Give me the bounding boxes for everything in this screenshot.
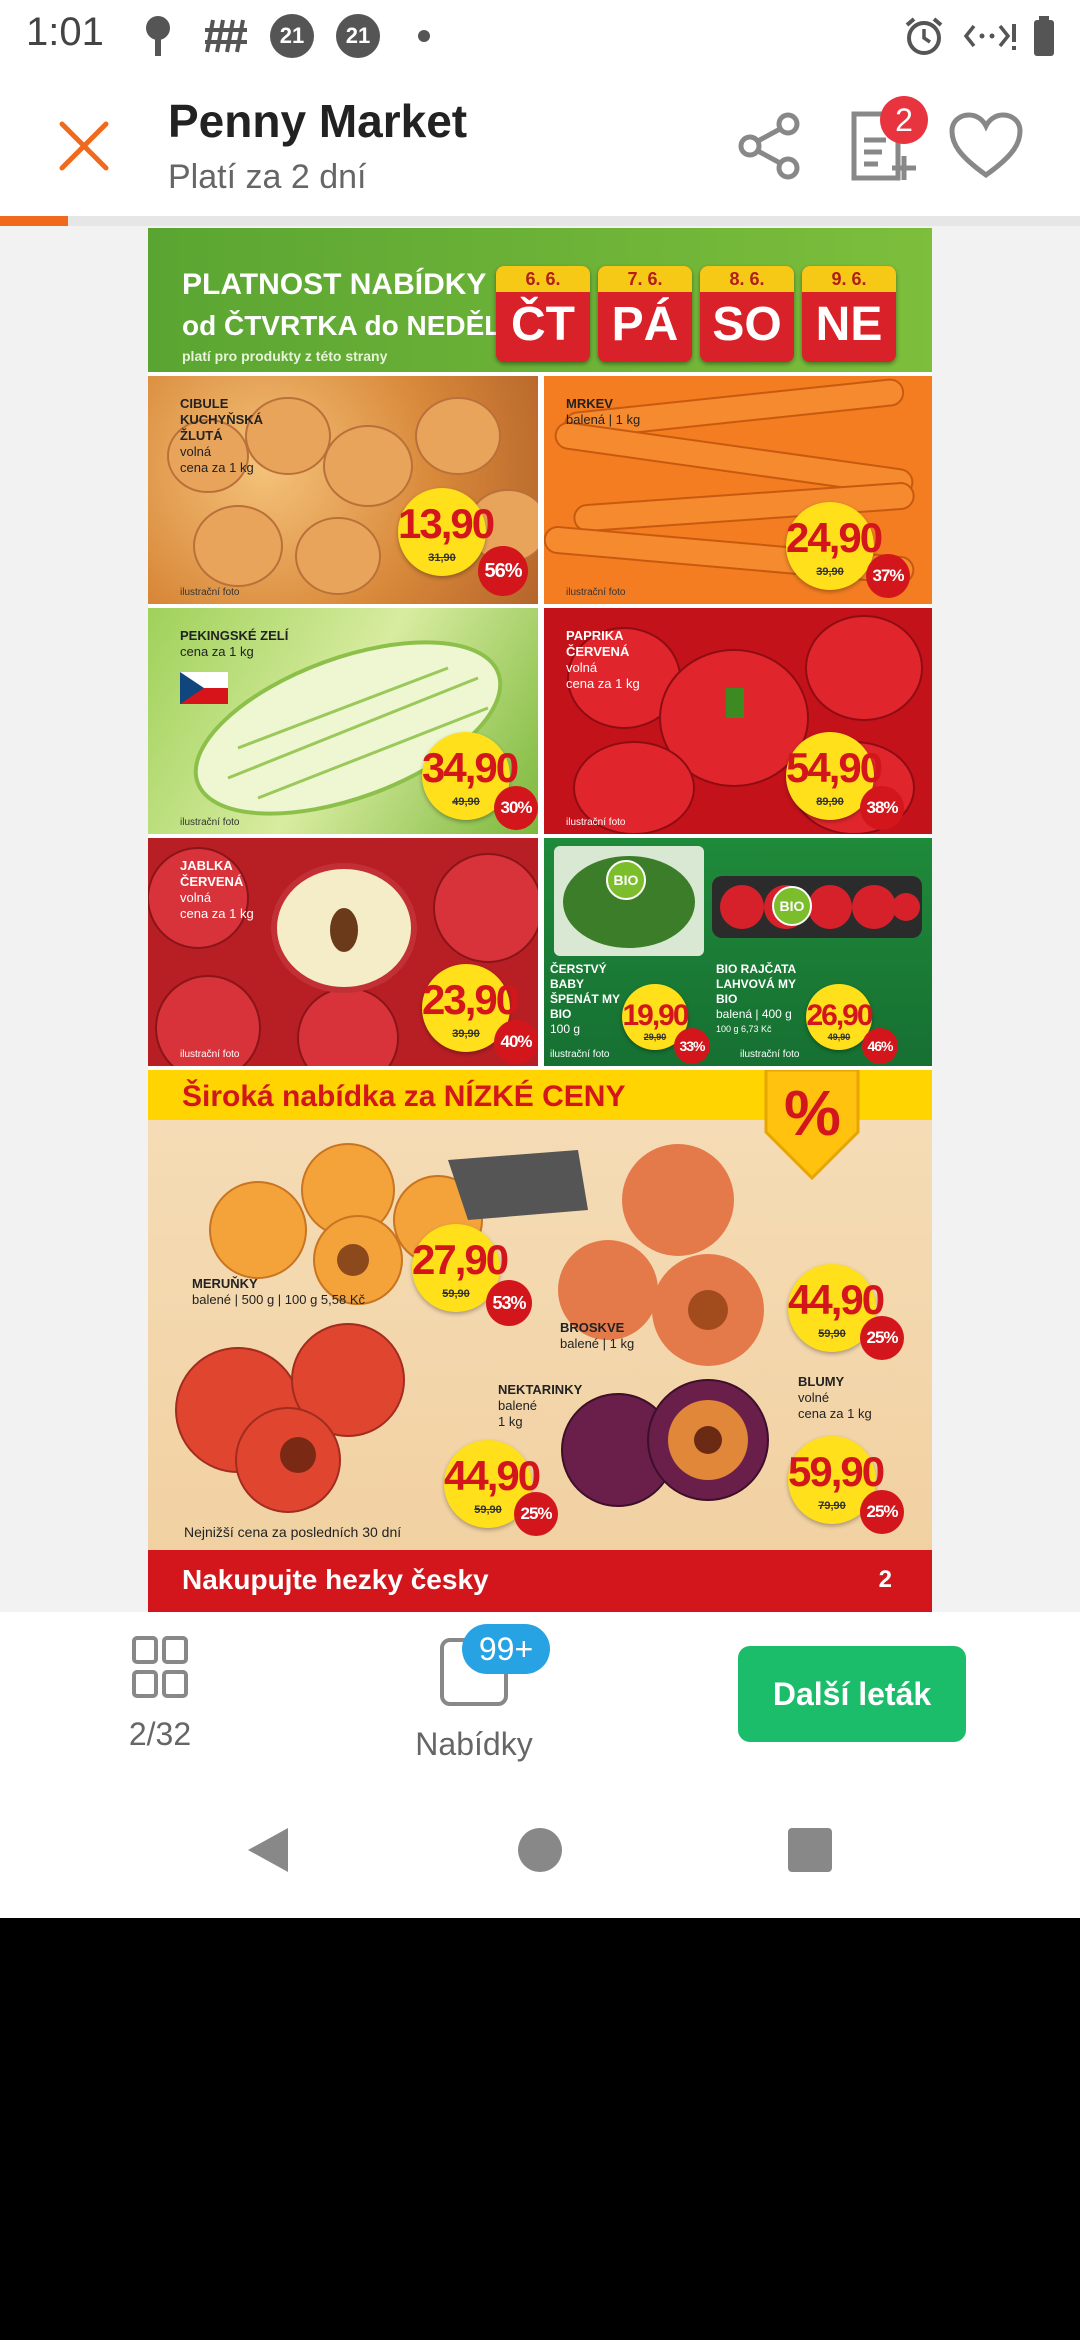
bio-badge: BIO [606,860,646,900]
percent-arrow-icon: % [760,1068,864,1181]
flyer-viewer[interactable]: PLATNOST NABÍDKY od ČTVRTKA do NEDĚLE pl… [0,226,1080,1612]
tomato-label: BIO RAJČATA LAHVOVÁ MY BIO balená | 400 g1… [716,962,797,1034]
nav-recents-button[interactable] [774,1814,846,1886]
flyer-footer: Nakupujte hezky česky 2 [148,1550,932,1612]
czech-flag-icon [180,672,228,704]
cabbage-photo-note: ilustrační foto [180,817,240,828]
product-tile-apple[interactable]: JABLKA ČERVENÁ volná cena za 1 kg 23,90 39… [148,838,538,1066]
onion-photo-note: ilustrační foto [180,587,240,598]
app-header: Penny Market Platí za 2 dní 2 [0,72,1080,218]
apricot-discount-badge: 53% [486,1280,532,1326]
carrot-label: MRKEV balená | 1 kg [566,396,641,427]
flyer-page-number: 2 [878,1566,892,1593]
next-flyer-button[interactable]: Další leták [738,1646,966,1742]
page-progress-fill [0,216,68,226]
plum-label: BLUMY volné cena za 1 kg [798,1374,872,1421]
data-arrows-icon [962,14,1018,58]
apple-photo-note: ilustrační foto [180,1049,240,1060]
cabbage-discount-badge: 30% [494,786,538,830]
heart-icon [949,112,1023,179]
product-tile-bio[interactable]: BIO BIO ČERSTVÝ BABY ŠPENÁT MY BIO 100 g 19… [544,838,932,1066]
tomato-photo-note: ilustrační foto [740,1049,800,1060]
notification-21-icon: 21 [336,14,380,58]
status-bar: 1:01 21 21 [0,0,1080,72]
favorite-button[interactable] [942,102,1030,190]
carrot-price-tag: 24,90 39,90 [786,502,883,590]
close-icon [59,121,109,171]
day-tag-saturday: 8. 6. SO [700,266,794,362]
page-title: Penny Market [168,95,468,147]
nav-back-button[interactable] [232,1814,304,1886]
bottom-toolbar: 2/32 Nabídky 99+ Další leták [0,1612,1080,1782]
spinach-discount-badge: 33% [674,1028,710,1064]
lowest-price-note: Nejnižší cena za posledních 30 dní [184,1524,402,1540]
pepper-discount-badge: 38% [860,786,904,830]
apple-discount-badge: 40% [494,1020,538,1064]
day-tag-sunday: 9. 6. NE [802,266,896,362]
validity-range: od ČTVRTKA do NEDĚLE [182,310,521,341]
validity-banner: PLATNOST NABÍDKY od ČTVRTKA do NEDĚLE pl… [148,228,932,372]
product-tile-pepper[interactable]: PAPRIKA ČERVENÁ volná cena za 1 kg 54,90 8… [544,608,932,834]
spinach-label: ČERSTVÝ BABY ŠPENÁT MY BIO 100 g [550,962,621,1036]
product-tile-carrot[interactable]: MRKEV balená | 1 kg 24,90 39,90 37% ilust… [544,376,932,604]
notification-21-icon: 21 [270,14,314,58]
black-bottom-area [0,1918,1080,2340]
nectarine-label: NEKTARINKY balené 1 kg [498,1382,583,1429]
app-screen: 1:01 21 21 Penny Market Platí za 2 dní 2… [0,0,1080,1918]
flyer-page: PLATNOST NABÍDKY od ČTVRTKA do NEDĚLE pl… [148,228,932,1612]
back-triangle-icon [248,1828,288,1872]
apricot-label: MERUŇKY balené | 500 g | 100 g 5,58 Kč [192,1276,365,1307]
bio-badge: BIO [772,886,812,926]
battery-icon [1030,14,1058,58]
pepper-photo-note: ilustrační foto [566,817,626,828]
validity-title: PLATNOST NABÍDKY [182,268,487,301]
pages-grid-button[interactable]: 2/32 [100,1634,220,1753]
offers-count-badge: 99+ [462,1624,550,1674]
share-button[interactable] [726,102,814,190]
low-prices-section: MERUŇKY balené | 500 g | 100 g 5,58 Kč 27… [148,1120,932,1550]
onion-discount-badge: 56% [478,546,528,596]
pepper-label: PAPRIKA ČERVENÁ volná cena za 1 kg [566,628,640,691]
grid-icon [132,1636,188,1698]
tomato-discount-badge: 46% [862,1028,898,1064]
home-circle-icon [518,1828,562,1872]
nectarine-discount-badge: 25% [514,1492,558,1536]
hashtag-icon [202,14,250,58]
day-tag-friday: 7. 6. PÁ [598,266,692,362]
recents-square-icon [788,1828,832,1872]
close-button[interactable] [48,110,120,182]
dot-icon [418,14,430,58]
apple-label: JABLKA ČERVENÁ volná cena za 1 kg [180,858,254,921]
carrot-discount-badge: 37% [866,554,910,598]
flyer-slogan: Nakupujte hezky česky [182,1564,489,1595]
spinach-photo-note: ilustrační foto [550,1049,610,1060]
list-count-badge: 2 [880,96,928,144]
product-tile-onion[interactable]: CIBULE KUCHYŇSKÁ ŽLUTÁ volná cena za 1 kg 1… [148,376,538,604]
carrot-photo-note: ilustrační foto [566,587,626,598]
page-counter: 2/32 [128,1716,192,1752]
status-time: 1:01 [26,10,104,54]
offers-label: Nabídky [415,1726,533,1762]
onion-price-tag: 13,90 31,90 [398,488,495,576]
shopping-list-button[interactable]: 2 [840,96,928,190]
cabbage-label: PEKINGSKÉ ZELÍ cena za 1 kg [180,628,289,659]
nav-home-button[interactable] [504,1814,576,1886]
alarm-icon [902,14,946,58]
validity-note: platí pro produkty z této strany [182,348,388,364]
page-subtitle: Platí za 2 dní [168,158,367,196]
page-progress-bar [0,216,1080,226]
onion-label: CIBULE KUCHYŇSKÁ ŽLUTÁ volná cena za 1 kg [180,396,264,475]
system-nav-bar [0,1782,1080,1918]
tree-icon [138,14,178,58]
product-tile-cabbage[interactable]: PEKINGSKÉ ZELÍ cena za 1 kg 34,90 49,90 3… [148,608,538,834]
plum-discount-badge: 25% [860,1490,904,1534]
share-icon [738,112,800,180]
peach-discount-badge: 25% [860,1316,904,1360]
day-tag-thursday: 6. 6. ČT [496,266,590,362]
peach-label: BROSKVE balené | 1 kg [560,1320,635,1351]
